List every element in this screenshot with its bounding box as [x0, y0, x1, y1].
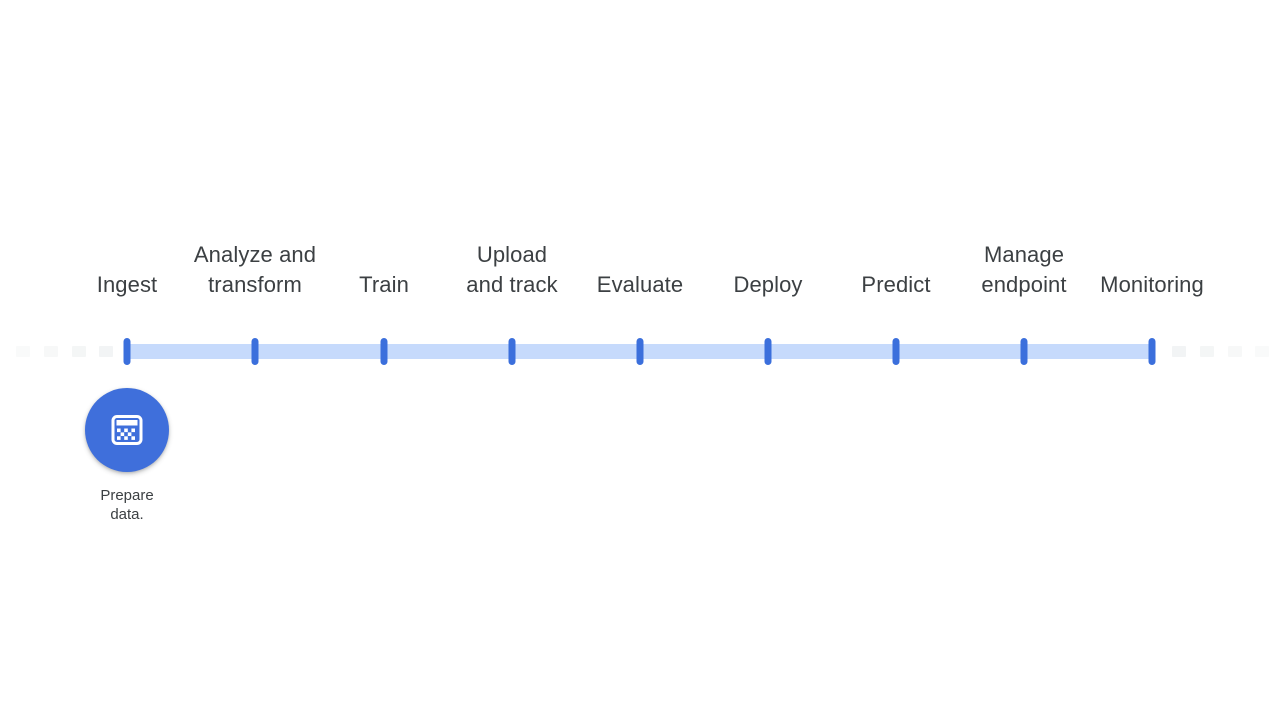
timeline-tick[interactable]: [251, 338, 259, 365]
prepare-data-circle[interactable]: [85, 388, 169, 472]
stage-label: Analyze and transform: [193, 242, 317, 297]
stage-label: Manage endpoint: [981, 242, 1067, 297]
timeline-tick[interactable]: [123, 338, 131, 365]
timeline-tick[interactable]: [1020, 338, 1028, 365]
timeline-dash: [16, 346, 30, 357]
stage-label: Evaluate: [596, 272, 684, 297]
timeline-dash: [72, 346, 86, 357]
ml-workflow-diagram: Ingest Analyze and transform Train Upload a…: [0, 0, 1280, 720]
timeline-tick[interactable]: [892, 338, 900, 365]
prepare-data-caption: Prepare data.: [100, 487, 154, 523]
timeline-dash: [44, 346, 58, 357]
timeline-tick[interactable]: [508, 338, 516, 365]
timeline-tick[interactable]: [380, 338, 388, 365]
timeline-tick[interactable]: [764, 338, 772, 365]
stage-label: Upload and track: [466, 242, 558, 297]
prepare-data-node[interactable]: Prepare data.: [42, 388, 212, 524]
stage-label: Deploy: [733, 272, 803, 297]
stage-label: Train: [359, 272, 409, 297]
timeline-dash: [99, 346, 113, 357]
stage-label: Predict: [861, 272, 931, 297]
timeline-dash: [1200, 346, 1214, 357]
dataset-table-icon: [107, 410, 147, 450]
stage-label: Ingest: [96, 272, 158, 297]
timeline-dash: [1228, 346, 1242, 357]
stage-label: Monitoring: [1100, 272, 1204, 297]
timeline-tick[interactable]: [1148, 338, 1156, 365]
timeline-dash: [1255, 346, 1269, 357]
timeline-dash: [1172, 346, 1186, 357]
timeline-tick[interactable]: [636, 338, 644, 365]
